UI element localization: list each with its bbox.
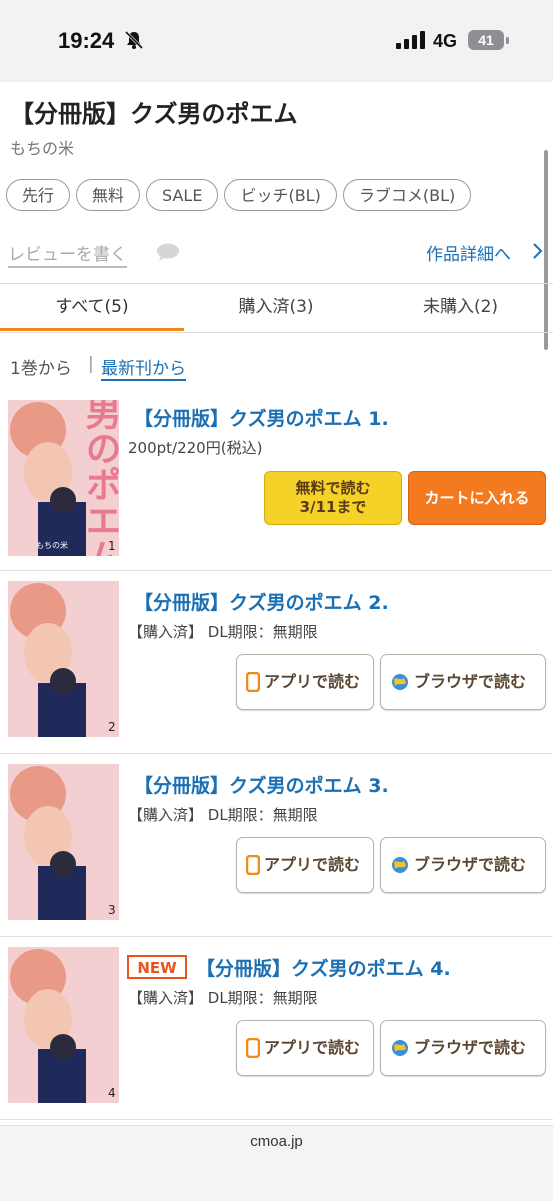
read-in-app-label: アプリで読む (264, 1038, 361, 1057)
volume-row: クズ男のポエム もちの米 1 【分冊版】クズ男のポエム 1. 200pt/220… (0, 390, 553, 571)
battery-indicator: 41 (468, 30, 504, 50)
author-name[interactable]: もちの米 (10, 135, 74, 159)
volume-title[interactable]: 【分冊版】クズ男のポエム 3. (134, 771, 389, 798)
cover-volume-number: 3 (108, 903, 116, 917)
cover-volume-number: 4 (108, 1086, 116, 1100)
read-in-browser-button[interactable]: ブラウザで読む (380, 654, 546, 710)
write-review-link[interactable]: レビューを書く (8, 240, 127, 268)
read-in-app-button[interactable]: アプリで読む (236, 1020, 374, 1076)
network-label: 4G (433, 31, 458, 51)
cover-title-text: クズ男のポエム (80, 400, 120, 556)
phone-icon (246, 1038, 260, 1058)
cover-image[interactable]: 3 (8, 764, 119, 920)
phone-icon (246, 672, 260, 692)
read-in-browser-label: ブラウザで読む (414, 855, 527, 874)
cover-volume-number: 1 (108, 539, 116, 553)
sort-separator: | (88, 354, 94, 374)
tag-list: 先行 無料 SALE ビッチ(BL) ラブコメ(BL) (6, 179, 477, 211)
tag-chip[interactable]: 無料 (76, 179, 141, 211)
status-time: 19:24 (58, 28, 115, 53)
cover-image[interactable]: 4 (8, 947, 119, 1103)
read-in-app-button[interactable]: アプリで読む (236, 654, 374, 710)
sort-from-latest-link[interactable]: 最新刊から (101, 354, 186, 381)
url-domain[interactable]: cmoa.jp (0, 1133, 553, 1150)
phone-icon (246, 855, 260, 875)
cover-image[interactable]: クズ男のポエム もちの米 1 (8, 400, 119, 556)
volume-title[interactable]: 【分冊版】クズ男のポエム 1. (134, 404, 389, 431)
volume-row: 3 【分冊版】クズ男のポエム 3. 【購入済】 DL期限：無期限 アプリで読む … (0, 754, 553, 937)
bell-muted-icon (124, 30, 144, 50)
battery-nub (506, 37, 509, 44)
read-in-app-button[interactable]: アプリで読む (236, 837, 374, 893)
tab-unpurchased[interactable]: 未購入(2) (368, 284, 553, 331)
volume-title[interactable]: 【分冊版】クズ男のポエム 2. (134, 588, 389, 615)
volume-price: 200pt/220円(税込) (128, 439, 263, 457)
speech-bubble-icon (157, 243, 179, 261)
tag-chip[interactable]: ビッチ(BL) (224, 179, 337, 211)
signal-icon (396, 31, 425, 49)
tag-chip[interactable]: ラブコメ(BL) (342, 179, 472, 211)
cover-image[interactable]: 2 (8, 581, 119, 737)
free-read-button[interactable]: 無料で読む 3/11まで (264, 471, 402, 525)
new-badge: NEW (127, 955, 187, 979)
globe-icon (392, 857, 408, 873)
globe-icon (392, 674, 408, 690)
tab-active-indicator (0, 328, 184, 331)
free-read-label: 無料で読む (295, 479, 371, 497)
purchase-status: 【購入済】 DL期限：無期限 (128, 806, 318, 824)
tab-all[interactable]: すべて(5) (0, 284, 184, 331)
tab-bar: すべて(5) 購入済(3) 未購入(2) (0, 283, 553, 333)
sort-from-first[interactable]: 1巻から (10, 354, 72, 379)
cover-author-text: もちの米 (36, 540, 68, 550)
work-details-link[interactable]: 作品詳細へ (426, 240, 511, 265)
read-in-browser-label: ブラウザで読む (414, 672, 527, 691)
add-to-cart-button[interactable]: カートに入れる (408, 471, 546, 525)
tag-chip[interactable]: SALE (146, 179, 219, 211)
read-in-app-label: アプリで読む (264, 855, 361, 874)
free-read-deadline: 3/11まで (299, 498, 367, 516)
read-in-browser-button[interactable]: ブラウザで読む (380, 837, 546, 893)
page-title: 【分冊版】クズ男のポエム (10, 100, 298, 128)
purchase-status: 【購入済】 DL期限：無期限 (128, 623, 318, 641)
chevron-right-icon (533, 243, 543, 259)
globe-icon (392, 1040, 408, 1056)
purchase-status: 【購入済】 DL期限：無期限 (128, 989, 318, 1007)
volume-row: 4 NEW 【分冊版】クズ男のポエム 4. 【購入済】 DL期限：無期限 アプリ… (0, 937, 553, 1120)
cover-volume-number: 2 (108, 720, 116, 734)
read-in-browser-label: ブラウザで読む (414, 1038, 527, 1057)
volume-title[interactable]: 【分冊版】クズ男のポエム 4. (196, 954, 451, 981)
tab-purchased[interactable]: 購入済(3) (184, 284, 368, 331)
read-in-app-label: アプリで読む (264, 672, 361, 691)
volume-row: 2 【分冊版】クズ男のポエム 2. 【購入済】 DL期限：無期限 アプリで読む … (0, 571, 553, 754)
read-in-browser-button[interactable]: ブラウザで読む (380, 1020, 546, 1076)
tag-chip[interactable]: 先行 (6, 179, 71, 211)
status-bar: 19:24 4G 41 (0, 0, 553, 82)
